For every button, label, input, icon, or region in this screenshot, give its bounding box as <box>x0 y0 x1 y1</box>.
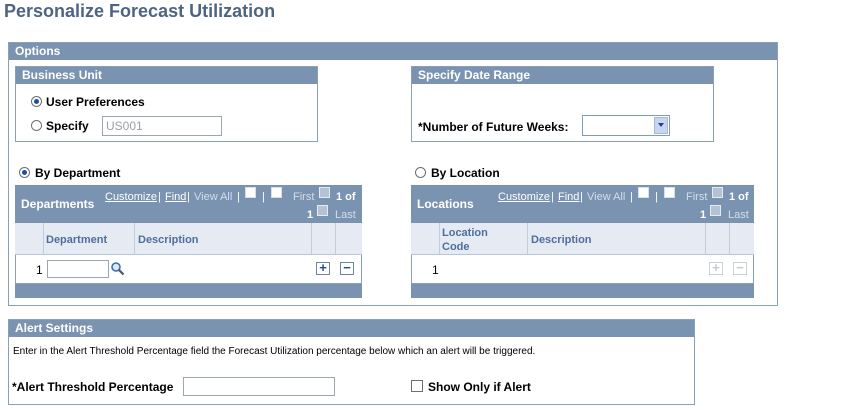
specify-label: Specify <box>46 119 89 133</box>
locations-first-link[interactable]: First <box>686 191 707 203</box>
separator: | <box>655 191 658 203</box>
alert-settings-header: Alert Settings <box>9 320 694 337</box>
departments-grid-footer <box>15 284 362 298</box>
by-location-radio[interactable] <box>415 167 426 178</box>
separator: | <box>187 191 190 203</box>
chevron-down-icon[interactable] <box>654 117 668 134</box>
locations-col-description[interactable]: Description <box>531 234 592 246</box>
column-divider <box>705 223 706 255</box>
plus-icon: + <box>712 260 720 275</box>
by-location-label: By Location <box>431 166 500 180</box>
locations-grid-footer <box>411 284 754 298</box>
page-title: Personalize Forecast Utilization <box>4 1 276 21</box>
table-row-number: 1 <box>432 263 439 277</box>
locations-row-area <box>411 255 754 284</box>
specify-radio[interactable] <box>31 120 42 131</box>
column-divider <box>335 223 336 255</box>
delete-row-button[interactable]: − <box>340 260 354 275</box>
separator: | <box>551 191 554 203</box>
column-divider <box>527 223 528 255</box>
user-preferences-radio[interactable] <box>31 96 42 107</box>
column-divider <box>43 223 44 255</box>
magnifier-icon[interactable] <box>110 261 125 276</box>
column-divider <box>134 223 135 255</box>
next-arrow-icon[interactable] <box>317 205 328 216</box>
separator: | <box>630 191 633 203</box>
department-input[interactable] <box>47 260 109 278</box>
column-divider <box>311 223 312 255</box>
locations-col-location-code-line2[interactable]: Code <box>442 241 470 253</box>
new-window-icon[interactable] <box>245 187 256 198</box>
departments-find-link[interactable]: Find <box>165 191 186 203</box>
departments-col-department[interactable]: Department <box>46 234 107 246</box>
business-unit-header: Business Unit <box>16 67 317 84</box>
separator: | <box>580 191 583 203</box>
departments-customize-link[interactable]: Customize <box>105 191 157 203</box>
by-department-label: By Department <box>35 166 121 180</box>
new-window-icon[interactable] <box>638 187 649 198</box>
locations-col-location-code-line1[interactable]: Location <box>442 227 488 239</box>
future-weeks-select[interactable] <box>582 115 670 136</box>
prev-arrow-icon[interactable] <box>319 187 330 198</box>
locations-view-all-link[interactable]: View All <box>587 191 625 203</box>
departments-view-all-link[interactable]: View All <box>194 191 232 203</box>
departments-last-link[interactable]: Last <box>335 209 356 221</box>
show-only-if-alert-label: Show Only if Alert <box>428 380 531 394</box>
locations-customize-link[interactable]: Customize <box>498 191 550 203</box>
alert-instructions: Enter in the Alert Threshold Percentage … <box>13 346 536 357</box>
locations-last-link[interactable]: Last <box>728 209 749 221</box>
prev-arrow-icon[interactable] <box>712 187 723 198</box>
by-department-radio[interactable] <box>19 167 30 178</box>
separator: | <box>237 191 240 203</box>
locations-find-link[interactable]: Find <box>558 191 579 203</box>
future-weeks-label: *Number of Future Weeks: <box>418 120 569 134</box>
grid-download-icon[interactable] <box>664 187 675 198</box>
minus-icon: − <box>736 260 744 275</box>
show-only-if-alert-checkbox[interactable] <box>411 380 423 392</box>
options-header: Options <box>9 43 777 60</box>
locations-range: 1 of <box>729 191 749 203</box>
plus-icon: + <box>319 260 327 275</box>
table-row-number: 1 <box>36 263 43 277</box>
departments-first-link[interactable]: First <box>293 191 314 203</box>
business-unit-input[interactable] <box>102 116 222 136</box>
grid-download-icon[interactable] <box>271 187 282 198</box>
delete-row-button[interactable]: − <box>733 260 747 275</box>
date-range-header: Specify Date Range <box>412 67 713 84</box>
locations-count: 1 <box>700 209 707 221</box>
departments-range: 1 of <box>336 191 356 203</box>
separator: | <box>158 191 161 203</box>
alert-threshold-label: *Alert Threshold Percentage <box>12 380 174 394</box>
departments-grid-title: Departments <box>21 197 95 211</box>
column-divider <box>439 223 440 255</box>
add-row-button[interactable]: + <box>316 260 330 275</box>
next-arrow-icon[interactable] <box>710 205 721 216</box>
user-preferences-label: User Preferences <box>46 95 145 109</box>
departments-col-description[interactable]: Description <box>138 234 199 246</box>
minus-icon: − <box>343 260 351 275</box>
separator: | <box>262 191 265 203</box>
alert-threshold-input[interactable] <box>183 377 335 396</box>
locations-grid-title: Locations <box>417 197 474 211</box>
column-divider <box>729 223 730 255</box>
add-row-button[interactable]: + <box>709 260 723 275</box>
departments-count: 1 <box>307 209 314 221</box>
